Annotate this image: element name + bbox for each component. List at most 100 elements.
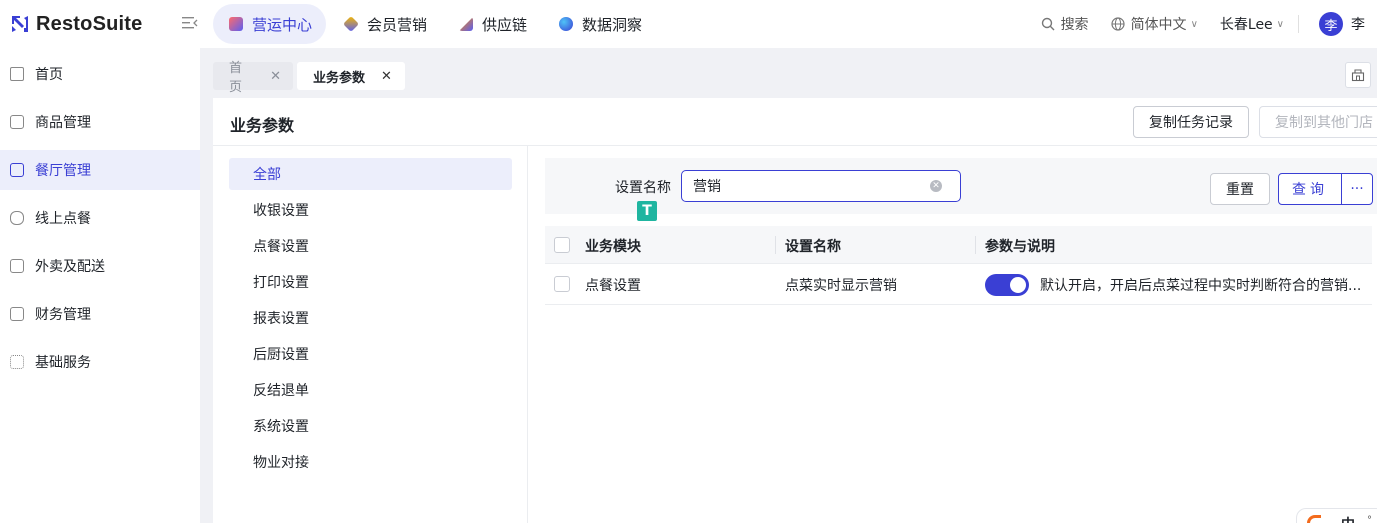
table-header: 业务模块 设置名称 参数与说明 xyxy=(545,226,1372,264)
sidebar-item-label: 基础服务 xyxy=(35,355,91,371)
category-all[interactable]: 全部 xyxy=(229,158,512,190)
tab-business-params[interactable]: 业务参数 ✕ xyxy=(297,62,405,90)
flag-icon xyxy=(459,17,474,31)
topnav-supply-chain[interactable]: 供应链 xyxy=(443,4,541,44)
home-icon xyxy=(10,67,24,81)
store-label: 长春Lee xyxy=(1219,17,1273,33)
search-label: 搜索 xyxy=(1060,17,1089,33)
divider xyxy=(1298,15,1299,33)
toggle-knob xyxy=(1010,277,1026,293)
input-value: 营销 xyxy=(693,179,721,195)
copy-task-records-button[interactable]: 复制任务记录 xyxy=(1133,106,1249,138)
topnav-data-insight[interactable]: 数据洞察 xyxy=(543,4,656,44)
user-name: 李 xyxy=(1351,17,1365,33)
language-selector[interactable]: 简体中文 ∨ xyxy=(1110,14,1198,34)
sidebar-item-delivery[interactable]: 外卖及配送 xyxy=(0,246,200,286)
cell-description: 默认开启，开启后点菜过程中实时判断符合的营销... xyxy=(1040,278,1362,294)
translate-badge-icon[interactable]: T xyxy=(637,201,657,221)
user-menu[interactable]: 李 李 xyxy=(1319,12,1365,36)
chevron-down-icon: ∨ xyxy=(1276,18,1284,30)
category-cashier[interactable]: 收银设置 xyxy=(229,194,512,226)
top-right-tools: 搜索 简体中文 ∨ 长春Lee ∨ 李 李 xyxy=(1019,0,1377,48)
card-header: 业务参数 复制任务记录 复制到其他门店 xyxy=(213,98,1377,146)
column-header-params: 参数与说明 xyxy=(985,239,1055,255)
column-header-module: 业务模块 xyxy=(585,239,641,255)
category-property[interactable]: 物业对接 xyxy=(229,446,512,478)
diamond-icon xyxy=(343,16,359,32)
page-title: 业务参数 xyxy=(230,116,295,135)
close-icon[interactable]: ✕ xyxy=(381,69,392,84)
column-divider xyxy=(775,236,776,254)
collapse-menu-icon[interactable] xyxy=(182,16,198,30)
tab-label: 首页 xyxy=(229,61,243,95)
app-name: RestoSuite xyxy=(36,12,143,35)
tab-home[interactable]: 首页 ✕ xyxy=(213,61,293,95)
category-kitchen[interactable]: 后厨设置 xyxy=(229,338,512,370)
sidebar-item-label: 线上点餐 xyxy=(35,211,91,227)
store-icon xyxy=(10,163,24,177)
bag-icon xyxy=(10,259,24,273)
chevron-down-icon: ∨ xyxy=(1190,18,1198,30)
params-panel: 设置名称 营销 ✕ T 重置 查询 ··· 业务模块 设置名称 参数与说明 点餐… xyxy=(529,146,1377,523)
sidebar-item-products[interactable]: 商品管理 xyxy=(0,102,200,142)
global-search[interactable]: 搜索 xyxy=(1041,14,1089,34)
top-navigation: 营运中心 会员营销 供应链 数据洞察 xyxy=(213,4,658,44)
restosuite-logo-icon xyxy=(12,16,28,32)
setting-name-input[interactable]: 营销 ✕ xyxy=(681,170,961,202)
store-selector[interactable]: 长春Lee ∨ xyxy=(1220,14,1284,34)
setting-toggle[interactable] xyxy=(985,274,1029,296)
select-all-checkbox[interactable] xyxy=(554,237,570,253)
topnav-label: 会员营销 xyxy=(367,15,428,34)
topnav-membership[interactable]: 会员营销 xyxy=(328,4,441,44)
params-table: 业务模块 设置名称 参数与说明 点餐设置 点菜实时显示营销 默认开启，开启后点菜… xyxy=(545,226,1372,305)
copy-to-other-stores-button[interactable]: 复制到其他门店 xyxy=(1259,106,1377,138)
sidebar-item-label: 餐厅管理 xyxy=(35,163,91,179)
sidebar-item-label: 首页 xyxy=(35,67,63,83)
sidebar-item-online-order[interactable]: 线上点餐 xyxy=(0,198,200,238)
column-header-setting-name: 设置名称 xyxy=(785,239,841,255)
globe-outline-icon xyxy=(1110,17,1125,31)
brand-swirl-icon xyxy=(1307,515,1321,523)
cell-module: 点餐设置 xyxy=(585,278,641,294)
query-button[interactable]: 查询 xyxy=(1278,173,1342,205)
category-list: 全部 收银设置 点餐设置 打印设置 报表设置 后厨设置 反结退单 系统设置 物业… xyxy=(213,146,528,523)
folder-icon xyxy=(10,307,24,321)
app-logo[interactable]: RestoSuite xyxy=(0,13,200,36)
category-ordering[interactable]: 点餐设置 xyxy=(229,230,512,262)
sidebar-item-finance[interactable]: 财务管理 xyxy=(0,294,200,334)
filter-bar: 设置名称 营销 ✕ T 重置 查询 ··· xyxy=(545,158,1377,221)
sidebar-item-label: 商品管理 xyxy=(35,115,91,131)
store-home-button[interactable] xyxy=(1345,62,1371,88)
category-reports[interactable]: 报表设置 xyxy=(229,302,512,334)
setting-name-label: 设置名称 xyxy=(615,180,671,196)
grid-icon xyxy=(10,355,24,369)
topnav-label: 营运中心 xyxy=(252,15,313,34)
tab-label: 业务参数 xyxy=(313,70,366,86)
row-checkbox[interactable] xyxy=(554,276,570,292)
page-tabs: 首页 ✕ 业务参数 ✕ xyxy=(200,48,1377,98)
cell-setting-name: 点菜实时显示营销 xyxy=(785,278,897,294)
sidebar-item-label: 外卖及配送 xyxy=(35,259,105,275)
reset-button[interactable]: 重置 xyxy=(1210,173,1270,205)
sidebar-item-home[interactable]: 首页 xyxy=(0,54,200,94)
topnav-label: 数据洞察 xyxy=(582,15,643,34)
shop-icon xyxy=(1351,69,1365,82)
category-refund[interactable]: 反结退单 xyxy=(229,374,512,406)
topnav-operations[interactable]: 营运中心 xyxy=(213,4,327,44)
close-icon[interactable]: ✕ xyxy=(270,69,281,84)
ime-language-label: 中 xyxy=(1341,514,1355,523)
top-bar: RestoSuite 营运中心 会员营销 供应链 数据洞察 搜索 简体中文 ∨ … xyxy=(0,0,1377,48)
globe-icon xyxy=(559,17,574,31)
topnav-label: 供应链 xyxy=(482,15,528,34)
sidebar-item-restaurant[interactable]: 餐厅管理 xyxy=(0,150,200,190)
clear-icon[interactable]: ✕ xyxy=(930,180,942,192)
more-options-button[interactable]: ··· xyxy=(1341,173,1373,205)
sidebar-item-label: 财务管理 xyxy=(35,307,91,323)
category-printing[interactable]: 打印设置 xyxy=(229,266,512,298)
box-icon xyxy=(10,115,24,129)
search-icon xyxy=(1041,17,1055,31)
avatar: 李 xyxy=(1319,12,1343,36)
input-method-widget[interactable]: 中 ° xyxy=(1296,508,1377,523)
category-system[interactable]: 系统设置 xyxy=(229,410,512,442)
sidebar-item-basic-services[interactable]: 基础服务 xyxy=(0,342,200,382)
